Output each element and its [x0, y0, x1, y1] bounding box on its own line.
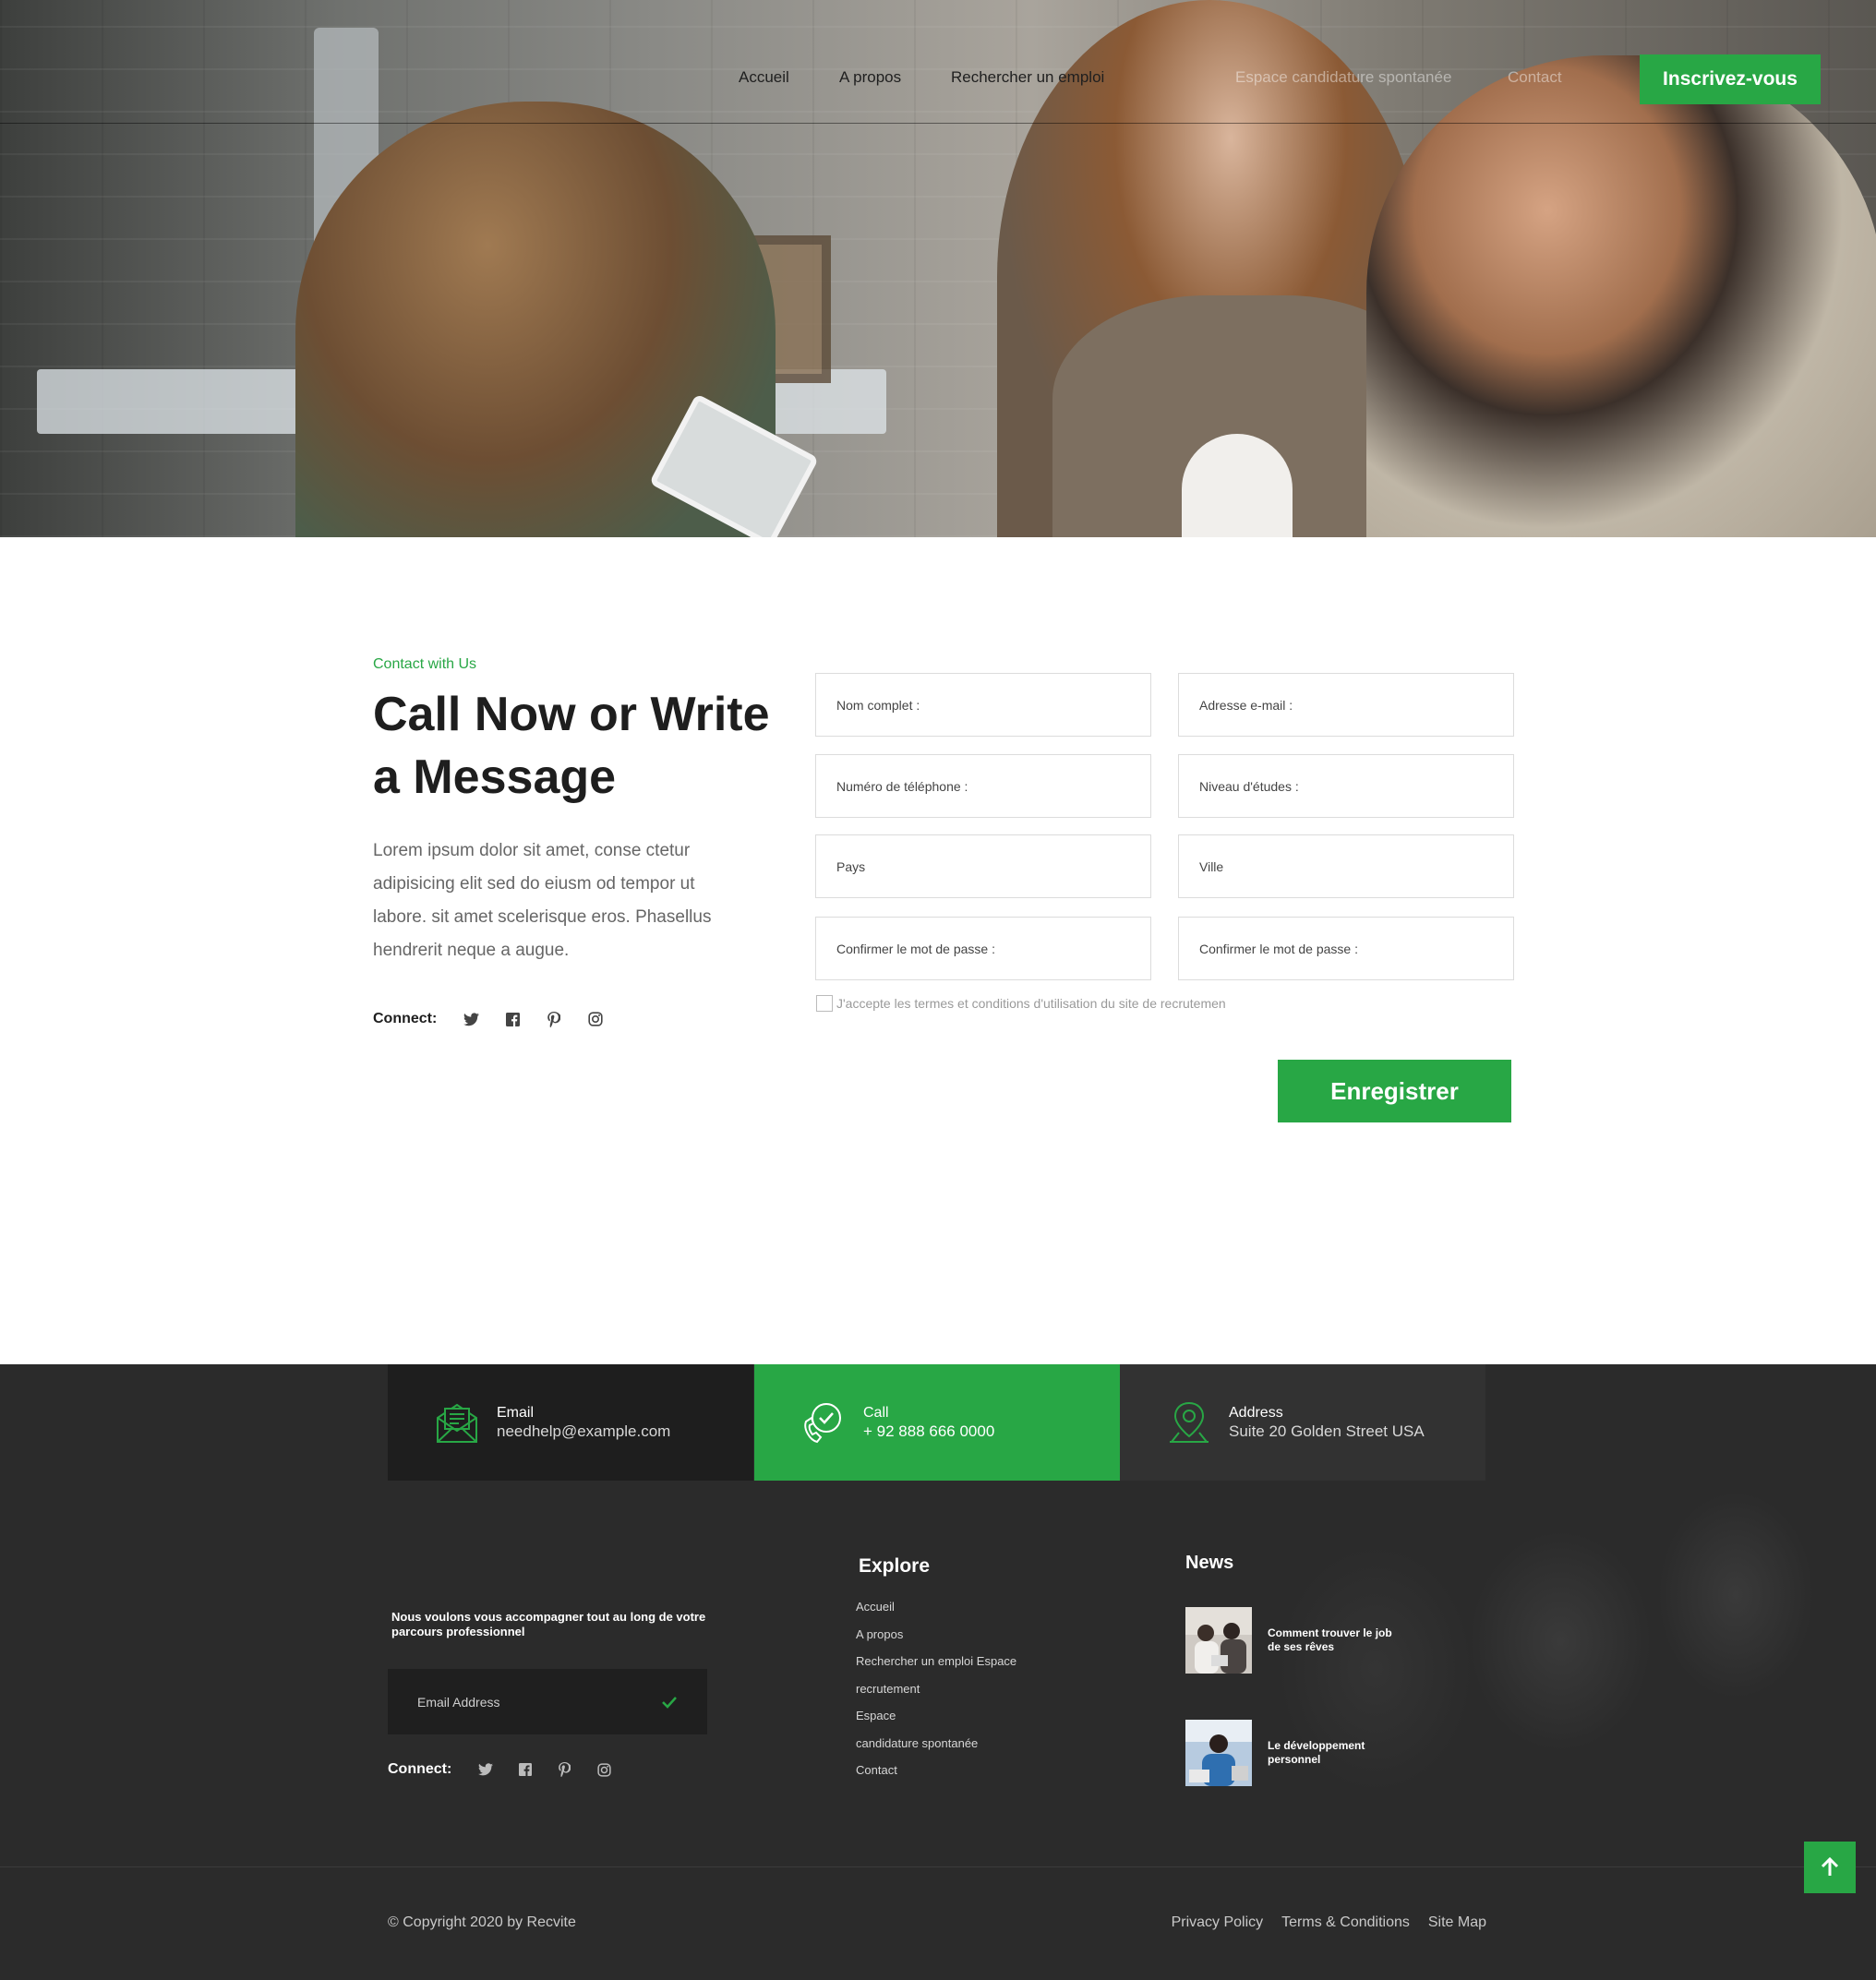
news-title: News — [1185, 1553, 1234, 1573]
nav-divider — [0, 123, 1876, 124]
scroll-to-top-button[interactable] — [1804, 1842, 1856, 1893]
footer-link-recrutement[interactable]: recrutement — [856, 1675, 1016, 1703]
copyright: © Copyright 2020 by Recvite — [388, 1914, 576, 1930]
map-pin-icon — [1170, 1401, 1209, 1443]
footer-divider — [0, 1866, 1876, 1867]
footer-connect-label: Connect: — [388, 1761, 452, 1777]
legal-links: Privacy Policy Terms & Conditions Site M… — [1153, 1914, 1486, 1931]
footer-link-espace[interactable]: Espace — [856, 1702, 1016, 1730]
explore-title: Explore — [859, 1555, 931, 1577]
footer-link-contact[interactable]: Contact — [856, 1757, 1016, 1784]
pinterest-icon[interactable] — [557, 1762, 572, 1778]
connect-label: Connect: — [373, 1011, 438, 1026]
section-heading: Call Now or Write a Message — [373, 688, 770, 804]
news-thumbnail — [1185, 1607, 1252, 1674]
country-field[interactable] — [815, 834, 1151, 898]
envelope-icon — [437, 1403, 477, 1443]
instagram-icon[interactable] — [587, 1011, 604, 1027]
twitter-icon[interactable] — [477, 1762, 493, 1778]
twitter-icon[interactable] — [463, 1011, 479, 1027]
section-description: Lorem ipsum dolor sit amet, conse ctetur… — [373, 841, 712, 960]
footer-tagline: Nous voulons vous accompagner tout au lo… — [391, 1610, 706, 1638]
info-card-address: Address Suite 20 Golden Street USA — [1120, 1364, 1485, 1481]
confirm-password-field[interactable] — [815, 917, 1151, 980]
footer: Email needhelp@example.com Call + 92 888… — [0, 1364, 1876, 1980]
full-name-field[interactable] — [815, 673, 1151, 737]
terms-checkbox[interactable] — [816, 995, 833, 1012]
section-eyebrow: Contact with Us — [373, 656, 477, 672]
footer-link-candidature[interactable]: candidature spontanée — [856, 1730, 1016, 1758]
sitemap-link[interactable]: Site Map — [1428, 1914, 1486, 1931]
city-field[interactable] — [1178, 834, 1514, 898]
news-item-title[interactable]: Le développement personnel — [1268, 1739, 1406, 1767]
info-card-call: Call + 92 888 666 0000 — [754, 1364, 1120, 1481]
signup-button[interactable]: Inscrivez-vous — [1640, 54, 1821, 104]
newsletter-form: Email Address — [388, 1669, 707, 1734]
nav-item-rechercher-emploi[interactable]: Rechercher un emploi — [951, 68, 1104, 87]
info-card-email: Email needhelp@example.com — [388, 1364, 753, 1481]
terms-label: J'accepte les termes et conditions d'uti… — [836, 996, 1226, 1011]
education-level-field[interactable] — [1178, 754, 1514, 818]
social-connect: Connect: — [373, 1011, 629, 1027]
terms-link[interactable]: Terms & Conditions — [1281, 1914, 1410, 1931]
explore-links: Accueil A propos Rechercher un emploi Es… — [856, 1593, 1016, 1784]
facebook-icon[interactable] — [517, 1762, 533, 1778]
main-nav: Accueil A propos Rechercher un emploi Es… — [0, 68, 1876, 90]
privacy-policy-link[interactable]: Privacy Policy — [1172, 1914, 1264, 1931]
call-card-title: Call — [863, 1405, 889, 1421]
news-item[interactable]: Le développement personnel — [1185, 1720, 1406, 1786]
pinterest-icon[interactable] — [546, 1011, 562, 1027]
footer-link-a-propos[interactable]: A propos — [856, 1621, 1016, 1649]
confirm-password-field-2[interactable] — [1178, 917, 1514, 980]
email-field[interactable] — [1178, 673, 1514, 737]
newsletter-email-input[interactable]: Email Address — [417, 1695, 659, 1710]
phone-field[interactable] — [815, 754, 1151, 818]
nav-item-candidature-spontanee[interactable]: Espace candidature spontanée — [1235, 68, 1451, 87]
arrow-up-icon — [1821, 1856, 1839, 1876]
address-card-value: Suite 20 Golden Street USA — [1229, 1422, 1425, 1440]
check-icon[interactable] — [659, 1692, 679, 1712]
register-button[interactable]: Enregistrer — [1278, 1060, 1511, 1122]
footer-link-accueil[interactable]: Accueil — [856, 1593, 1016, 1621]
terms-row: J'accepte les termes et conditions d'uti… — [816, 995, 1226, 1012]
email-card-value[interactable]: needhelp@example.com — [497, 1422, 670, 1441]
nav-item-accueil[interactable]: Accueil — [739, 68, 789, 87]
news-item-title[interactable]: Comment trouver le job de ses rêves — [1268, 1626, 1406, 1654]
address-card-title: Address — [1229, 1405, 1283, 1421]
footer-social-connect: Connect: — [388, 1761, 636, 1778]
facebook-icon[interactable] — [504, 1011, 521, 1027]
news-item[interactable]: Comment trouver le job de ses rêves — [1185, 1607, 1406, 1674]
nav-item-contact[interactable]: Contact — [1508, 68, 1562, 87]
phone-icon — [804, 1403, 841, 1444]
instagram-icon[interactable] — [596, 1762, 612, 1778]
footer-link-rechercher-emploi[interactable]: Rechercher un emploi Espace — [856, 1648, 1016, 1675]
news-thumbnail — [1185, 1720, 1252, 1786]
nav-item-a-propos[interactable]: A propos — [839, 68, 901, 87]
email-card-title: Email — [497, 1405, 535, 1421]
call-card-value[interactable]: + 92 888 666 0000 — [863, 1422, 994, 1441]
